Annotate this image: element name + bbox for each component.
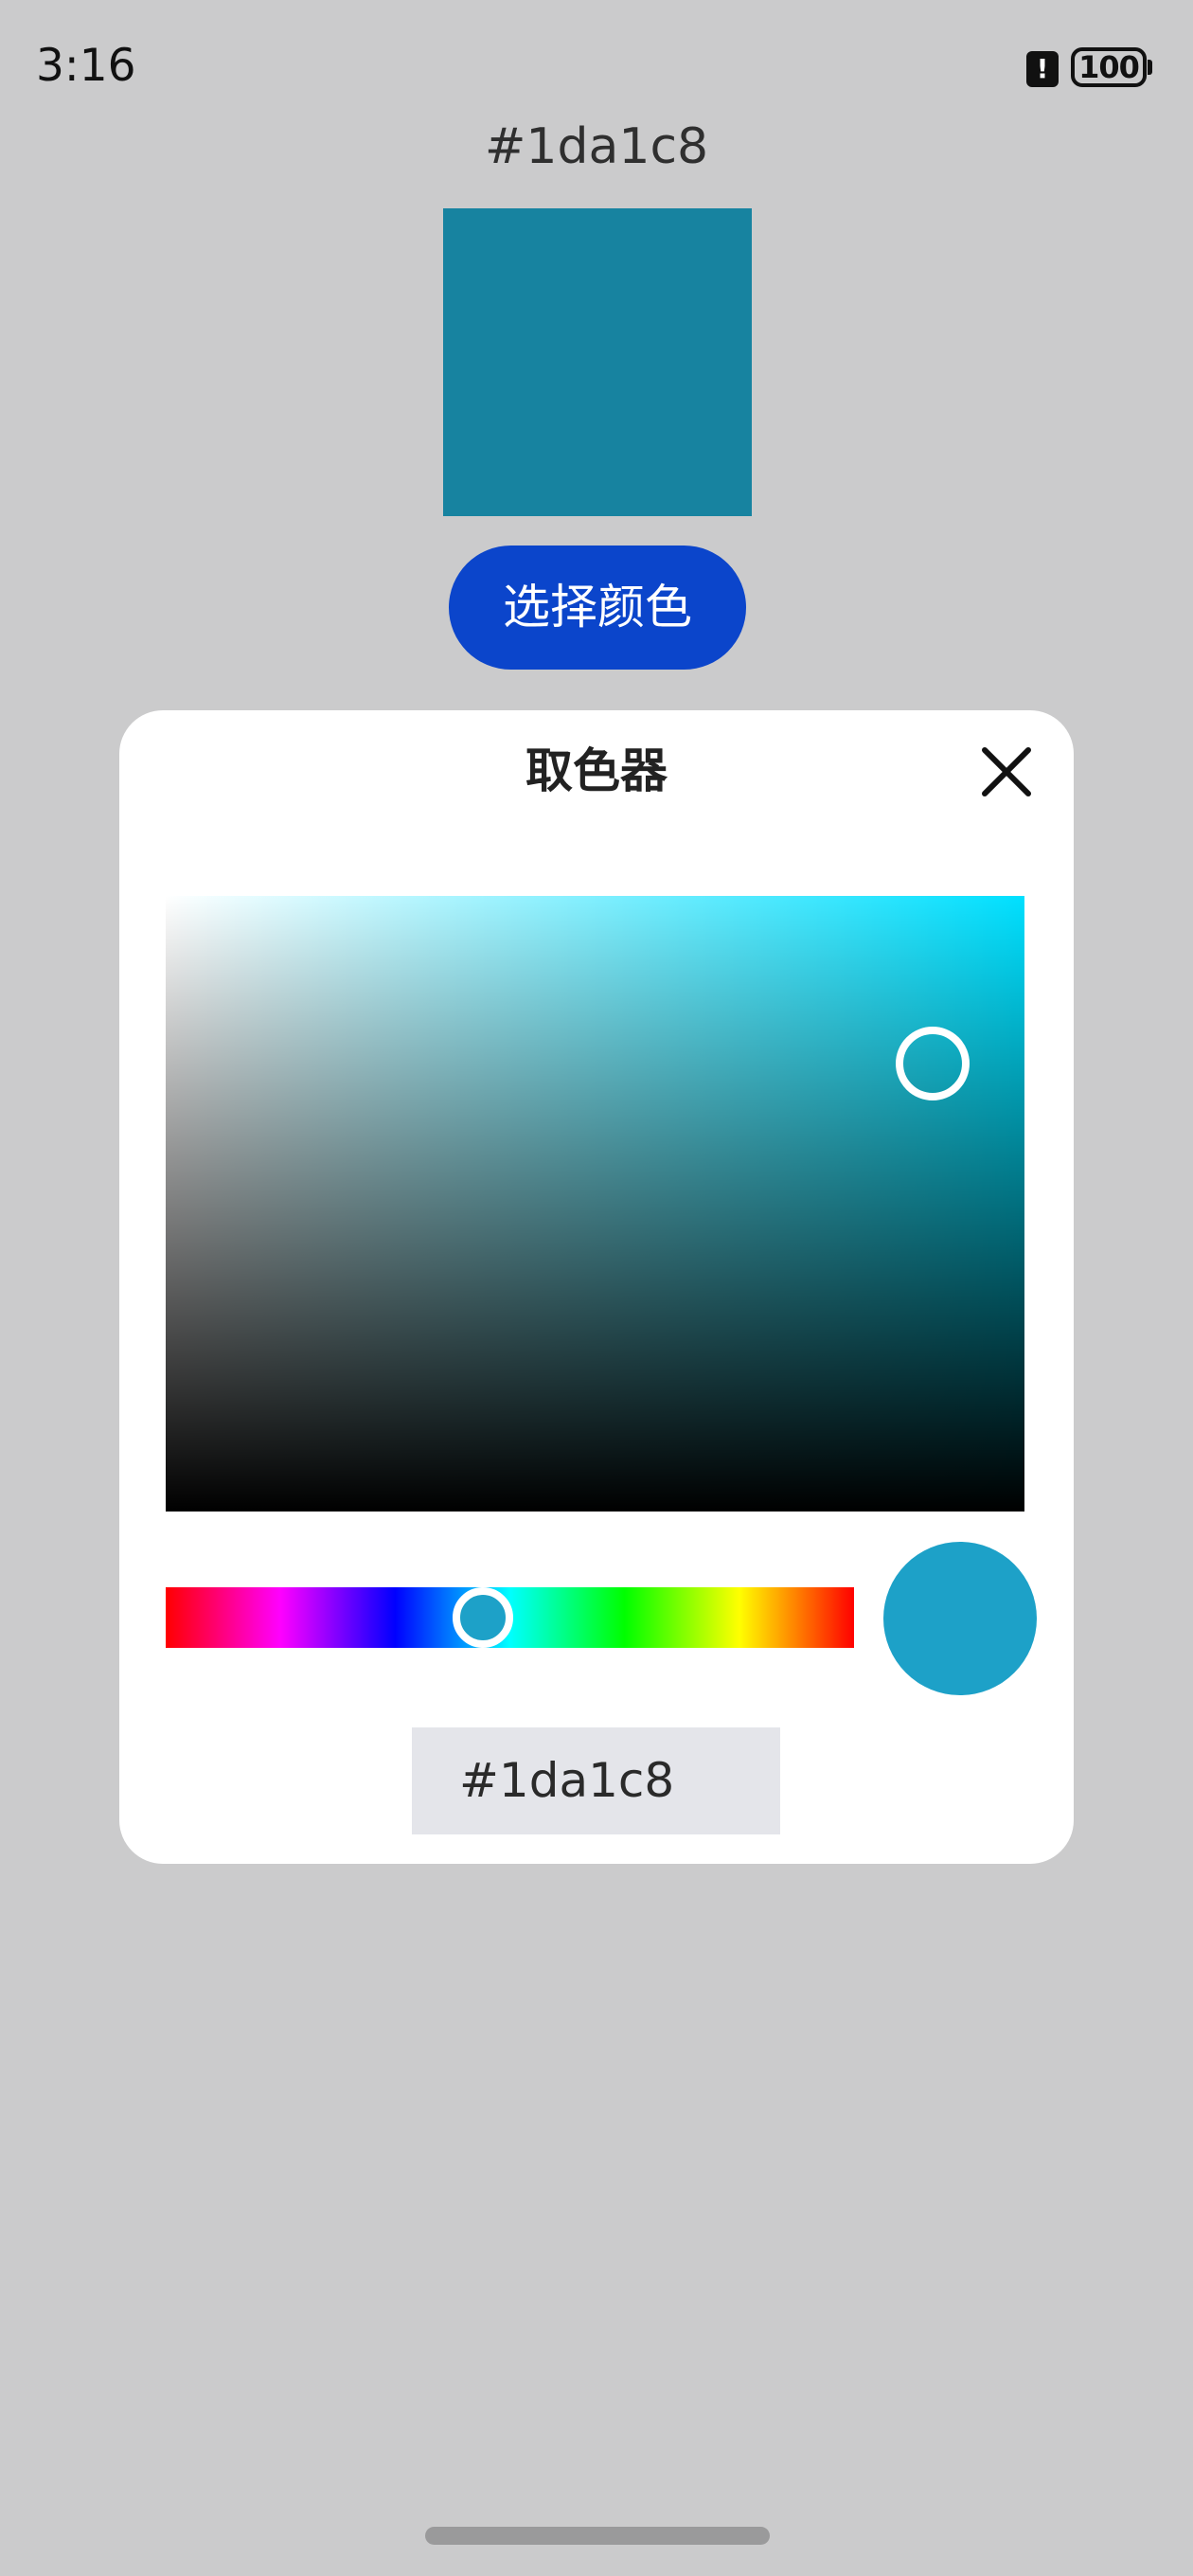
status-time: 3:16 (36, 40, 136, 92)
saturation-value-picker[interactable] (166, 896, 1024, 1512)
battery-alert-icon: ! (1026, 51, 1059, 87)
battery-icon: 100 (1071, 47, 1147, 87)
color-picker-dialog: 取色器 #1da1c8 (119, 710, 1074, 1864)
battery-level: 100 (1078, 49, 1140, 85)
dialog-title: 取色器 (525, 743, 668, 798)
selected-color-swatch (443, 208, 752, 516)
current-color-preview (883, 1542, 1037, 1695)
status-bar: 3:16 ! 100 (0, 0, 1193, 133)
hue-slider-handle[interactable] (453, 1587, 513, 1648)
selected-color-hex-label: #1da1c8 (484, 118, 709, 175)
choose-color-button[interactable]: 选择颜色 (449, 546, 746, 670)
close-icon-glyph (982, 747, 1031, 796)
hex-input[interactable]: #1da1c8 (412, 1727, 780, 1834)
close-icon[interactable] (975, 741, 1038, 803)
saturation-value-handle[interactable] (896, 1027, 970, 1100)
home-indicator[interactable] (425, 2527, 770, 2545)
battery-nub (1148, 60, 1152, 75)
